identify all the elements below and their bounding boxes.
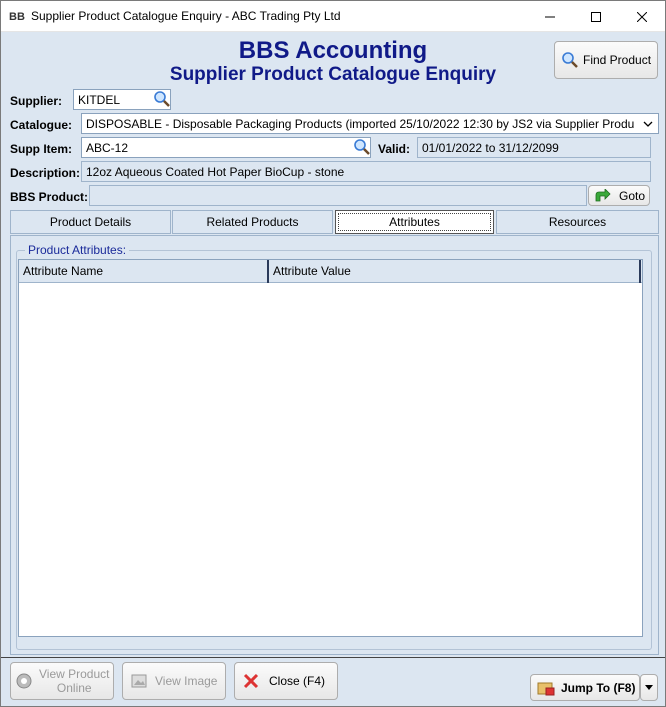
main-window: BB Supplier Product Catalogue Enquiry - … [0, 0, 666, 707]
find-product-label: Find Product [583, 53, 652, 67]
close-button[interactable]: Close (F4) [234, 662, 338, 700]
tab-related-products[interactable]: Related Products [172, 210, 333, 234]
description-label: Description: [10, 166, 81, 180]
tab-resources[interactable]: Resources [496, 210, 659, 234]
search-icon [561, 51, 579, 69]
supp-item-lookup-icon[interactable] [353, 138, 371, 156]
valid-label: Valid: [378, 142, 411, 156]
goto-button[interactable]: Goto [588, 185, 650, 206]
close-window-button[interactable] [619, 1, 665, 32]
view-online-line2: Online [56, 681, 92, 695]
goto-label: Goto [619, 188, 646, 203]
product-attributes-group: Product Attributes: Attribute Name Attri… [16, 243, 652, 650]
supp-item-input[interactable]: ABC-12 [81, 137, 371, 158]
maximize-icon [591, 11, 601, 22]
catalogue-label: Catalogue: [10, 118, 73, 132]
supplier-label: Supplier: [10, 94, 63, 108]
jump-to-dropdown-button[interactable] [640, 674, 658, 701]
column-header-attribute-name[interactable]: Attribute Name [19, 260, 267, 283]
triangle-down-icon [645, 684, 653, 690]
catalogue-select[interactable]: DISPOSABLE - Disposable Packaging Produc… [81, 113, 659, 134]
tab-strip: Product Details Related Products Attribu… [10, 210, 659, 235]
jump-folder-icon [537, 680, 555, 696]
close-icon [637, 11, 647, 22]
title-bar: BB Supplier Product Catalogue Enquiry - … [1, 1, 665, 32]
close-x-icon [243, 673, 259, 689]
view-online-line1: View Product [39, 667, 110, 681]
grid-header: Attribute Name Attribute Value [19, 260, 642, 283]
column-divider[interactable] [639, 260, 641, 283]
view-image-button[interactable]: View Image [122, 662, 226, 700]
jump-to-label: Jump To (F8) [561, 680, 636, 695]
attributes-grid[interactable]: Attribute Name Attribute Value [18, 259, 643, 637]
maximize-button[interactable] [573, 1, 619, 32]
bbs-product-field [89, 185, 587, 206]
window-title: Supplier Product Catalogue Enquiry - ABC… [31, 9, 341, 23]
chevron-down-icon[interactable] [643, 120, 653, 128]
bbs-product-label: BBS Product: [10, 190, 88, 204]
tab-attributes[interactable]: Attributes [335, 210, 494, 234]
group-title: Product Attributes: [25, 243, 130, 257]
svg-text:BB: BB [9, 11, 25, 23]
close-label: Close (F4) [269, 674, 326, 688]
image-icon [131, 673, 147, 689]
goto-arrow-icon [593, 188, 611, 203]
view-image-label: View Image [155, 674, 218, 688]
tab-product-details[interactable]: Product Details [10, 210, 171, 234]
jump-to-button[interactable]: Jump To (F8) [530, 674, 640, 701]
globe-icon [15, 672, 33, 690]
view-product-online-button[interactable]: View Product Online [10, 662, 114, 700]
app-logo-icon: BB [9, 11, 25, 23]
supplier-lookup-icon[interactable] [153, 90, 171, 108]
valid-range-field: 01/01/2022 to 31/12/2099 [417, 137, 651, 158]
description-field: 12oz Aqueous Coated Hot Paper BioCup - s… [81, 161, 651, 182]
view-product-online-label: View Product Online [39, 667, 109, 695]
footer-divider [1, 657, 665, 658]
attributes-panel: Product Attributes: Attribute Name Attri… [10, 235, 659, 655]
find-product-button[interactable]: Find Product [554, 41, 658, 79]
minimize-icon [545, 16, 555, 17]
minimize-button[interactable] [527, 1, 573, 32]
column-header-attribute-value[interactable]: Attribute Value [269, 260, 639, 283]
supp-item-label: Supp Item: [10, 142, 72, 156]
